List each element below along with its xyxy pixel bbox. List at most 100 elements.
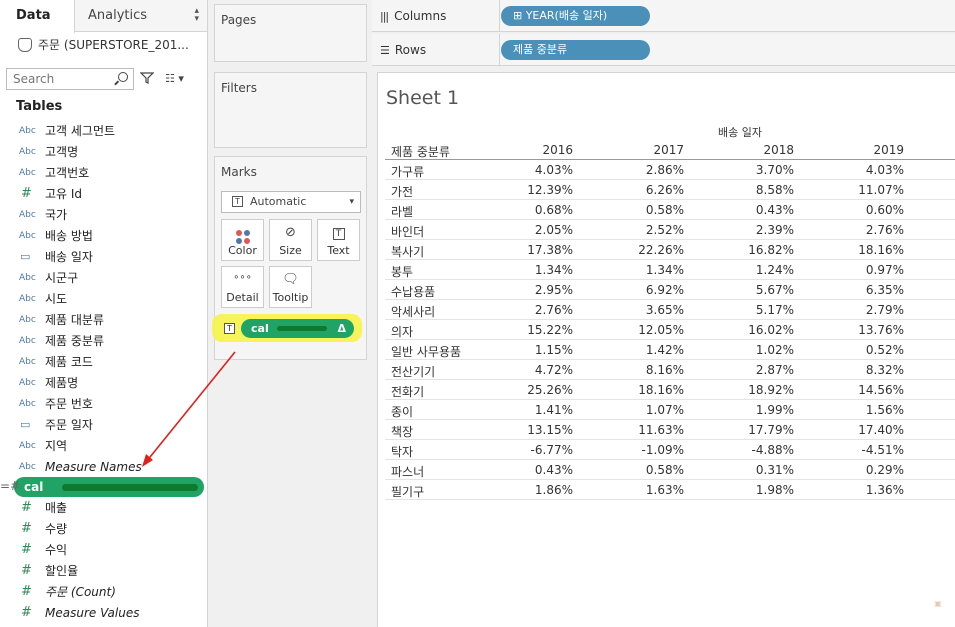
table-cell[interactable]: 8.32% (805, 363, 904, 377)
table-cell[interactable]: 2.86% (585, 163, 684, 177)
field-item[interactable]: # 주문 (Count) (0, 581, 207, 602)
row-header-label[interactable]: 제품 중분류 (391, 143, 450, 160)
table-cell[interactable]: 11.63% (585, 423, 684, 437)
tab-scroll-icon[interactable]: ▴ ▾ (194, 7, 199, 24)
table-cell[interactable]: 17.40% (805, 423, 904, 437)
table-cell[interactable]: 1.15% (485, 343, 573, 357)
table-cell[interactable]: 3.70% (695, 163, 794, 177)
table-cell[interactable]: 18.16% (805, 243, 904, 257)
row-label[interactable]: 파스너 (391, 463, 424, 480)
table-cell[interactable]: 2.76% (805, 223, 904, 237)
table-cell[interactable]: 5.67% (695, 283, 794, 297)
row-label[interactable]: 봉투 (391, 263, 413, 280)
year-header[interactable]: 2019 (805, 143, 904, 157)
field-item[interactable]: Abc Measure Names (0, 456, 207, 477)
row-label[interactable]: 의자 (391, 323, 413, 340)
field-item[interactable]: Abc 시도 (0, 288, 207, 309)
table-cell[interactable]: 14.56% (805, 383, 904, 397)
row-label[interactable]: 책장 (391, 423, 413, 440)
row-label[interactable]: 일반 사무용품 (391, 343, 461, 360)
table-cell[interactable]: 2.05% (485, 223, 573, 237)
size-button[interactable]: ⊘ Size (269, 219, 312, 261)
color-button[interactable]: Color (221, 219, 264, 261)
table-cell[interactable]: 15.22% (485, 323, 573, 337)
table-cell[interactable]: 17.38% (485, 243, 573, 257)
subcategory-pill[interactable]: 제품 중분류 (501, 40, 650, 60)
field-item[interactable]: Abc 제품 대분류 (0, 309, 207, 330)
field-item[interactable]: =# cal (0, 477, 204, 497)
filters-card[interactable]: Filters (214, 72, 367, 148)
table-cell[interactable]: 22.26% (585, 243, 684, 257)
field-item[interactable]: ▭ 주문 일자 (0, 414, 207, 435)
row-label[interactable]: 복사기 (391, 243, 424, 260)
table-cell[interactable]: 6.26% (585, 183, 684, 197)
field-item[interactable]: # Measure Values (0, 602, 207, 623)
table-cell[interactable]: 2.39% (695, 223, 794, 237)
field-item[interactable]: Abc 고객명 (0, 141, 207, 162)
table-cell[interactable]: 4.03% (485, 163, 573, 177)
table-cell[interactable]: 17.79% (695, 423, 794, 437)
table-cell[interactable]: 2.76% (485, 303, 573, 317)
table-cell[interactable]: 0.60% (805, 203, 904, 217)
field-item[interactable]: # 고유 Id (0, 183, 207, 204)
search-icon[interactable] (118, 72, 128, 82)
field-item[interactable]: Abc 지역 (0, 435, 207, 456)
pages-card[interactable]: Pages (214, 4, 367, 62)
table-cell[interactable]: 1.02% (695, 343, 794, 357)
table-cell[interactable]: 12.39% (485, 183, 573, 197)
table-cell[interactable]: -1.09% (585, 443, 684, 457)
row-label[interactable]: 바인더 (391, 223, 424, 240)
view-options-icon[interactable]: ☷ ▾ (165, 72, 184, 85)
table-cell[interactable]: 25.26% (485, 383, 573, 397)
table-cell[interactable]: 13.15% (485, 423, 573, 437)
field-item[interactable]: Abc 국가 (0, 204, 207, 225)
row-label[interactable]: 가구류 (391, 163, 424, 180)
table-cell[interactable]: 4.72% (485, 363, 573, 377)
text-button[interactable]: T Text (317, 219, 360, 261)
field-item[interactable]: # 할인율 (0, 560, 207, 581)
tab-data[interactable]: Data (0, 0, 75, 33)
table-cell[interactable]: 4.03% (805, 163, 904, 177)
cal-text-pill[interactable]: cal Δ (241, 319, 354, 338)
table-cell[interactable]: 5.17% (695, 303, 794, 317)
field-item[interactable]: Abc 주문 번호 (0, 393, 207, 414)
table-cell[interactable]: 0.58% (585, 463, 684, 477)
table-cell[interactable]: 1.41% (485, 403, 573, 417)
field-item[interactable]: Abc 배송 방법 (0, 225, 207, 246)
table-cell[interactable]: 1.86% (485, 483, 573, 497)
table-cell[interactable]: 1.98% (695, 483, 794, 497)
table-cell[interactable]: 0.43% (485, 463, 573, 477)
table-cell[interactable]: 2.87% (695, 363, 794, 377)
field-item[interactable]: # 매출 (0, 497, 207, 518)
table-cell[interactable]: 2.52% (585, 223, 684, 237)
row-label[interactable]: 라벨 (391, 203, 413, 220)
table-cell[interactable]: 8.58% (695, 183, 794, 197)
datasource-item[interactable]: 주문 (SUPERSTORE_201... (18, 36, 189, 53)
table-cell[interactable]: 8.16% (585, 363, 684, 377)
table-cell[interactable]: 1.34% (485, 263, 573, 277)
table-cell[interactable]: 1.56% (805, 403, 904, 417)
table-cell[interactable]: 3.65% (585, 303, 684, 317)
field-item[interactable]: Abc 제품 코드 (0, 351, 207, 372)
row-label[interactable]: 가전 (391, 183, 413, 200)
table-cell[interactable]: 0.52% (805, 343, 904, 357)
table-cell[interactable]: 12.05% (585, 323, 684, 337)
row-label[interactable]: 종이 (391, 403, 413, 420)
table-cell[interactable]: 0.43% (695, 203, 794, 217)
table-cell[interactable]: 16.82% (695, 243, 794, 257)
table-cell[interactable]: 0.29% (805, 463, 904, 477)
table-cell[interactable]: 18.92% (695, 383, 794, 397)
year-header[interactable]: 2018 (695, 143, 794, 157)
row-label[interactable]: 악세사리 (391, 303, 435, 320)
field-item[interactable]: # 수량 (0, 518, 207, 539)
year-header[interactable]: 2017 (585, 143, 684, 157)
table-cell[interactable]: -4.51% (805, 443, 904, 457)
field-item[interactable]: Abc 제품명 (0, 372, 207, 393)
detail-button[interactable]: ∘∘∘ Detail (221, 266, 264, 308)
table-cell[interactable]: 0.68% (485, 203, 573, 217)
field-item[interactable]: Abc 제품 중분류 (0, 330, 207, 351)
table-cell[interactable]: 6.92% (585, 283, 684, 297)
row-label[interactable]: 수납용품 (391, 283, 435, 300)
row-label[interactable]: 탁자 (391, 443, 413, 460)
row-label[interactable]: 필기구 (391, 483, 424, 500)
